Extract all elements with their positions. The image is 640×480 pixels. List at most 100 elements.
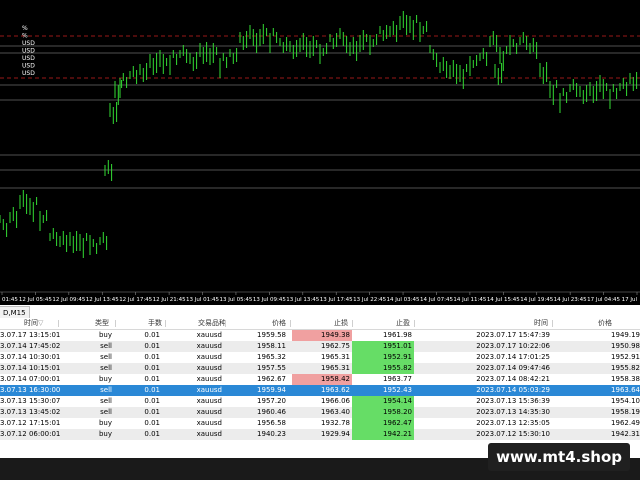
col-tp[interactable]: 止盈: [396, 318, 410, 329]
cell-sl: 1966.06: [321, 397, 350, 405]
table-row[interactable]: 3.07.14 10:30:01 sell 0.01 xauusd 1965.32 196…: [0, 352, 640, 363]
chart-label: USD: [22, 48, 35, 55]
cell-type: sell: [100, 342, 112, 350]
time-label: 12 Jul 21:45: [153, 297, 186, 303]
cell-price: 1965.32: [257, 353, 286, 361]
cell-close-time: 2023.07.13 14:35:30: [476, 408, 550, 416]
cell-close-price: 1962.49: [611, 419, 640, 427]
time-label: 13 Jul 09:45: [253, 297, 286, 303]
cell-tp: 1952.43: [383, 386, 412, 394]
col-type[interactable]: 类型: [95, 318, 109, 329]
watermark: www.mt4.shop: [488, 443, 630, 471]
chart-label: USD: [22, 55, 35, 62]
time-label: 13 Jul 17:45: [320, 297, 353, 303]
time-label: 17 Jul: [622, 297, 638, 303]
cell-close-time: 2023.07.13 12:35:05: [476, 419, 550, 427]
cell-lots: 0.01: [144, 342, 160, 350]
cell-type: sell: [100, 353, 112, 361]
cell-tp: 1961.98: [383, 331, 412, 339]
cell-lots: 0.01: [144, 408, 160, 416]
time-label: 12 Jul 05:45: [19, 297, 52, 303]
cell-symbol: xauusd: [196, 364, 222, 372]
cell-time: 3.07.13 15:30:07: [0, 397, 61, 405]
time-label: 13 Jul 22:45: [353, 297, 386, 303]
time-label: 13 Jul 05:45: [219, 297, 252, 303]
cell-symbol: xauusd: [196, 375, 222, 383]
table-row[interactable]: 3.07.13 15:30:07 sell 0.01 xauusd 1957.20 196…: [0, 396, 640, 407]
col-time[interactable]: 时间: [24, 318, 38, 329]
cell-symbol: xauusd: [196, 386, 222, 394]
table-header: 时间 ▽ 类型 手数 交易品种 价格 止损 止盈 时间 价格: [0, 318, 640, 330]
time-label: 14 Jul 19:45: [520, 297, 553, 303]
col-lots[interactable]: 手数: [148, 318, 162, 329]
col-symbol[interactable]: 交易品种: [198, 318, 226, 329]
cell-close-time: 2023.07.14 05:03:29: [476, 386, 550, 394]
cell-sl: 1965.31: [321, 364, 350, 372]
cell-close-time: 2023.07.17 15:47:39: [476, 331, 550, 339]
cell-lots: 0.01: [144, 331, 160, 339]
chart-label: USD: [22, 63, 35, 70]
cell-time: 3.07.14 07:00:01: [0, 375, 61, 383]
col-price[interactable]: 价格: [272, 318, 286, 329]
cell-time: 3.07.12 17:15:01: [0, 419, 61, 427]
chart-label: USD: [22, 70, 35, 77]
col-sl[interactable]: 止损: [334, 318, 348, 329]
cell-time: 3.07.14 10:15:01: [0, 364, 61, 372]
chart-label: %: [22, 25, 28, 32]
cell-price: 1940.23: [257, 430, 286, 438]
table-row[interactable]: 3.07.14 07:00:01 buy 0.01 xauusd 1962.67 1958…: [0, 374, 640, 385]
cell-close-time: 2023.07.14 17:01:25: [476, 353, 550, 361]
cell-price: 1959.94: [257, 386, 286, 394]
table-row[interactable]: 3.07.13 16:30:00 sell 0.01 xauusd 1959.94 196…: [0, 385, 640, 396]
cell-type: sell: [100, 386, 112, 394]
table-row[interactable]: 3.07.14 17:45:02 sell 0.01 xauusd 1958.11 196…: [0, 341, 640, 352]
cell-symbol: xauusd: [196, 331, 222, 339]
cell-tp: 1958.20: [352, 407, 414, 418]
cell-type: buy: [98, 419, 112, 427]
cell-lots: 0.01: [144, 430, 160, 438]
time-label: 14 Jul 15:45: [487, 297, 520, 303]
cell-time: 3.07.14 10:30:01: [0, 353, 61, 361]
cell-lots: 0.01: [144, 419, 160, 427]
table-row[interactable]: 3.07.13 13:45:02 sell 0.01 xauusd 1960.46 196…: [0, 407, 640, 418]
cell-close-time: 2023.07.17 10:22:06: [476, 342, 550, 350]
table-row[interactable]: 3.07.12 06:00:01 buy 0.01 xauusd 1940.23 1929…: [0, 429, 640, 440]
cell-close-price: 1963.64: [611, 386, 640, 394]
price-chart[interactable]: %% USD USD USD USD USD 01:45 12 Jul 05:45 12 Jul…: [0, 0, 640, 305]
col-close-price[interactable]: 价格: [598, 318, 612, 329]
table-row[interactable]: 3.07.17 13:15:01 buy 0.01 xauusd 1959.58 1949…: [0, 330, 640, 341]
candlestick-chart: %%USDUSDUSDUSDUSD01:45 12 Jul 05:45 12 Jul…: [0, 11, 640, 303]
cell-type: sell: [100, 408, 112, 416]
time-label: 14 Jul 23:45: [554, 297, 587, 303]
col-close-time[interactable]: 时间: [534, 318, 548, 329]
cell-tp: 1942.21: [352, 429, 414, 440]
cell-close-price: 1954.10: [611, 397, 640, 405]
cell-close-price: 1955.82: [611, 364, 640, 372]
cell-close-time: 2023.07.12 15:30:10: [476, 430, 550, 438]
cell-close-price: 1942.31: [611, 430, 640, 438]
time-label: 14 Jul 03:45: [387, 297, 420, 303]
cell-sl: 1929.94: [321, 430, 350, 438]
cell-sl: 1949.38: [292, 330, 352, 341]
cell-price: 1958.11: [257, 342, 286, 350]
table-row[interactable]: 3.07.14 10:15:01 sell 0.01 xauusd 1957.55 196…: [0, 363, 640, 374]
time-label: 12 Jul 09:45: [52, 297, 85, 303]
cell-close-time: 2023.07.13 15:36:39: [476, 397, 550, 405]
time-label: 13 Jul 13:45: [286, 297, 319, 303]
cell-type: buy: [98, 331, 112, 339]
time-label: 14 Jul 07:45: [420, 297, 453, 303]
cell-tp: 1951.01: [352, 341, 414, 352]
cell-sl: 1958.42: [292, 374, 352, 385]
cell-time: 3.07.17 13:15:01: [0, 331, 61, 339]
cell-tp: 1955.82: [352, 363, 414, 374]
cell-lots: 0.01: [144, 375, 160, 383]
cell-symbol: xauusd: [196, 419, 222, 427]
time-label: 01:45: [2, 297, 18, 303]
time-label: 14 Jul 11:45: [453, 297, 486, 303]
cell-close-price: 1958.38: [611, 375, 640, 383]
table-row[interactable]: 3.07.12 17:15:01 buy 0.01 xauusd 1956.58 1932…: [0, 418, 640, 429]
cell-tp: 1954.14: [352, 396, 414, 407]
cell-time: 3.07.14 17:45:02: [0, 342, 61, 350]
time-label: 13 Jul 01:45: [186, 297, 219, 303]
cell-symbol: xauusd: [196, 353, 222, 361]
